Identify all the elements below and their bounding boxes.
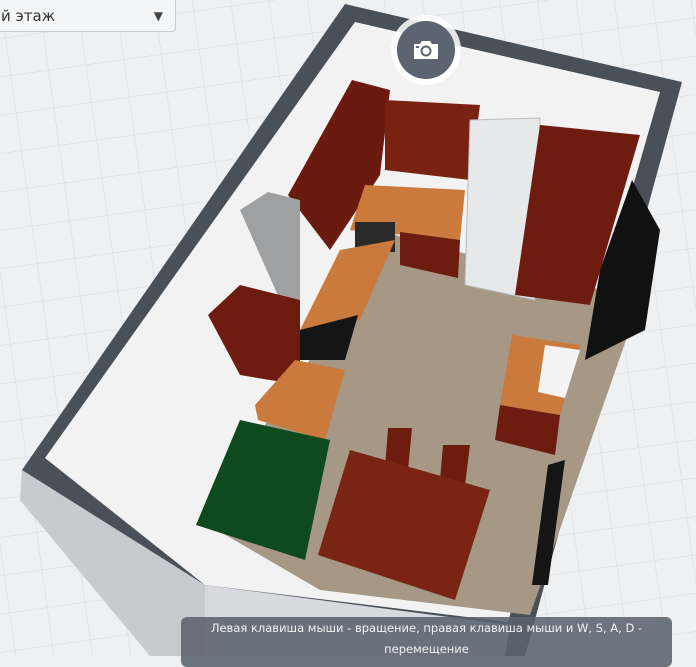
upper-cabinet [385, 100, 480, 180]
camera-icon [414, 41, 438, 59]
chevron-down-icon: ▼ [153, 8, 163, 23]
controls-hint: Левая клавиша мыши - вращение, правая кл… [181, 617, 672, 667]
screenshot-button[interactable] [391, 15, 461, 85]
floor-selector-value: й этаж [1, 6, 56, 25]
3d-viewport[interactable] [0, 0, 696, 656]
floor-selector[interactable]: й этаж ▼ [0, 0, 176, 32]
